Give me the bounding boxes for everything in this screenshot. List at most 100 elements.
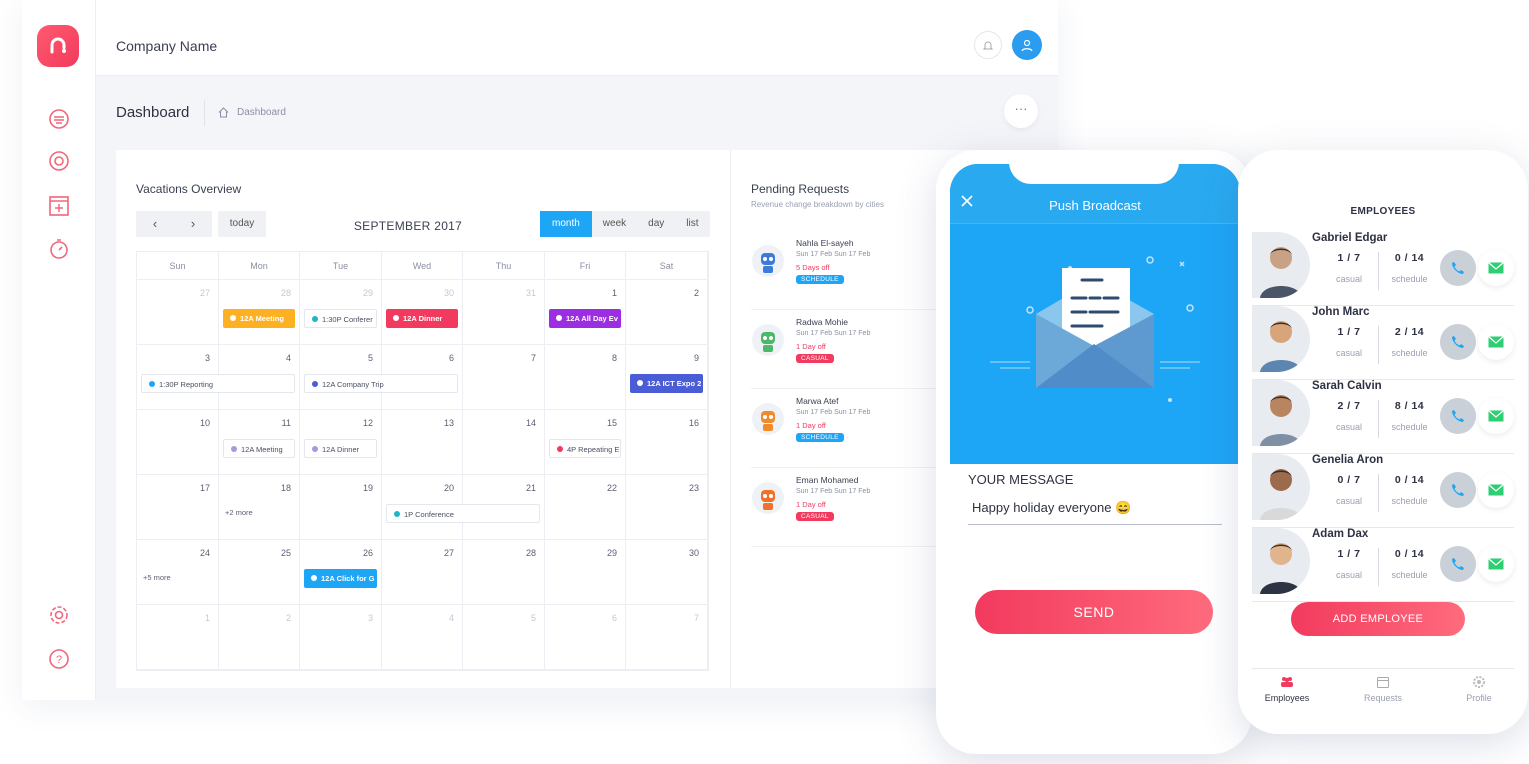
calendar-day[interactable]: 5 xyxy=(463,605,545,670)
calendar-event[interactable]: 12A Meeting xyxy=(223,439,295,458)
employee-row[interactable]: Genelia Aron 0 / 7 casual 0 / 14 schedule xyxy=(1252,454,1514,528)
mail-icon[interactable] xyxy=(1478,250,1514,286)
view-day-button[interactable]: day xyxy=(637,211,676,237)
tab-profile[interactable]: Profile xyxy=(1444,675,1514,703)
calendar-event[interactable]: 1:30P Conferer xyxy=(304,309,377,328)
schedule-label: schedule xyxy=(1391,570,1428,580)
calendar-event[interactable]: 12A Dinner xyxy=(386,309,458,328)
calendar-day[interactable]: 2 xyxy=(626,280,708,345)
phone-icon[interactable] xyxy=(1440,398,1476,434)
calendar-event[interactable]: 12A Company Trip xyxy=(304,374,458,393)
event-label: 12A Dinner xyxy=(322,445,360,454)
calendar-day[interactable]: 1 xyxy=(137,605,219,670)
employee-photo xyxy=(1252,454,1310,520)
calendar-day[interactable]: 4 xyxy=(382,605,463,670)
calendar-day[interactable]: 27 xyxy=(382,540,463,605)
help-icon[interactable]: ? xyxy=(48,648,70,670)
send-button[interactable]: SEND xyxy=(975,590,1213,634)
settings-icon[interactable] xyxy=(48,604,70,626)
mail-icon[interactable] xyxy=(1478,546,1514,582)
today-button[interactable]: today xyxy=(218,211,266,237)
calendar-day[interactable]: 31 xyxy=(463,280,545,345)
calendar-day[interactable]: 25 xyxy=(219,540,300,605)
calendar-day[interactable]: 3 xyxy=(300,605,382,670)
mail-icon[interactable] xyxy=(1478,472,1514,508)
calendar-event[interactable]: 12A Click for G xyxy=(304,569,377,588)
calendar-event[interactable]: 12A Meeting xyxy=(223,309,295,328)
view-switcher: month week day list xyxy=(540,211,710,237)
calendar-day[interactable]: 2 xyxy=(219,605,300,670)
calendar-day[interactable]: 22 xyxy=(545,475,626,540)
calendar-day[interactable]: 17 xyxy=(137,475,219,540)
day-number: 27 xyxy=(443,548,454,558)
calendar-event[interactable]: 4P Repeating E xyxy=(549,439,621,458)
calendar-day[interactable]: 14 xyxy=(463,410,545,475)
more-events-link[interactable]: +2 more xyxy=(225,508,253,517)
calendar-day[interactable]: 23 xyxy=(626,475,708,540)
day-number: 19 xyxy=(362,483,373,493)
view-week-button[interactable]: week xyxy=(591,211,638,237)
calendar-event[interactable]: 12A ICT Expo 2 xyxy=(630,374,703,393)
calendar-event[interactable]: 12A Dinner xyxy=(304,439,377,458)
view-list-button[interactable]: list xyxy=(675,211,710,237)
calendar-day[interactable]: 16 xyxy=(626,410,708,475)
employee-row[interactable]: Gabriel Edgar 1 / 7 casual 0 / 14 schedule xyxy=(1252,232,1514,306)
next-month-button[interactable]: › xyxy=(174,211,212,237)
calendar-day[interactable]: 13 xyxy=(382,410,463,475)
employee-row[interactable]: Adam Dax 1 / 7 casual 0 / 14 schedule xyxy=(1252,528,1514,602)
dashboard-icon[interactable] xyxy=(48,108,70,130)
request-days-off: 1 Day off xyxy=(796,421,826,430)
calendar-day[interactable]: 8 xyxy=(545,345,626,410)
bell-icon[interactable] xyxy=(974,31,1002,59)
calendar-day[interactable]: 28 xyxy=(463,540,545,605)
breadcrumb-item[interactable]: Dashboard xyxy=(237,107,286,118)
more-events-link[interactable]: +5 more xyxy=(143,573,171,582)
employee-row[interactable]: John Marc 1 / 7 casual 2 / 14 schedule xyxy=(1252,306,1514,380)
calendar-day[interactable]: 27 xyxy=(137,280,219,345)
calendar-day[interactable]: 30 xyxy=(626,540,708,605)
day-number: 4 xyxy=(448,613,454,623)
phone-icon[interactable] xyxy=(1440,472,1476,508)
calendar-event[interactable]: 1P Conference xyxy=(386,504,540,523)
mail-icon[interactable] xyxy=(1478,324,1514,360)
robot-avatar-icon xyxy=(752,482,784,514)
event-label: 1:30P Conferer xyxy=(322,315,373,324)
phone-icon[interactable] xyxy=(1440,546,1476,582)
message-input[interactable]: Happy holiday everyone 😄 xyxy=(972,500,1131,516)
prev-month-button[interactable]: ‹ xyxy=(136,211,174,237)
calendar-event[interactable]: 12A All Day Ev xyxy=(549,309,621,328)
calendar-day[interactable]: 7 xyxy=(463,345,545,410)
calendar-day[interactable]: 10 xyxy=(137,410,219,475)
calendar-day[interactable]: 6 xyxy=(545,605,626,670)
event-label: 12A Click for G xyxy=(321,574,375,583)
tab-requests[interactable]: Requests xyxy=(1348,675,1418,703)
casual-count: 0 / 7 casual xyxy=(1320,474,1378,506)
add-icon[interactable] xyxy=(48,195,70,217)
divider xyxy=(204,100,205,126)
calendar-day[interactable]: 29 xyxy=(545,540,626,605)
casual-label: casual xyxy=(1335,422,1362,432)
timer-icon[interactable] xyxy=(48,238,70,260)
home-icon[interactable] xyxy=(218,107,229,118)
request-days-off: 5 Days off xyxy=(796,263,830,272)
user-avatar[interactable] xyxy=(1012,30,1042,60)
app-logo[interactable] xyxy=(37,25,79,67)
employee-row[interactable]: Sarah Calvin 2 / 7 casual 8 / 14 schedule xyxy=(1252,380,1514,454)
view-month-button[interactable]: month xyxy=(540,211,592,237)
event-dot-icon xyxy=(394,511,400,517)
calendar-event[interactable]: 1:30P Reporting xyxy=(141,374,295,393)
mail-icon[interactable] xyxy=(1478,398,1514,434)
calendar-day[interactable]: 7 xyxy=(626,605,708,670)
support-icon[interactable] xyxy=(48,150,70,172)
calendar-nav: ‹ › today xyxy=(136,211,266,237)
calendar-day[interactable]: 19 xyxy=(300,475,382,540)
tab-employees[interactable]: Employees xyxy=(1252,675,1322,703)
casual-value: 1 / 7 xyxy=(1337,548,1361,560)
phone-icon[interactable] xyxy=(1440,324,1476,360)
request-name: Eman Mohamed xyxy=(796,475,859,485)
more-options-button[interactable]: ··· xyxy=(1004,94,1038,128)
phone-icon[interactable] xyxy=(1440,250,1476,286)
schedule-label: schedule xyxy=(1391,274,1428,284)
request-name: Marwa Atef xyxy=(796,396,839,406)
add-employee-button[interactable]: ADD EMPLOYEE xyxy=(1291,602,1465,636)
